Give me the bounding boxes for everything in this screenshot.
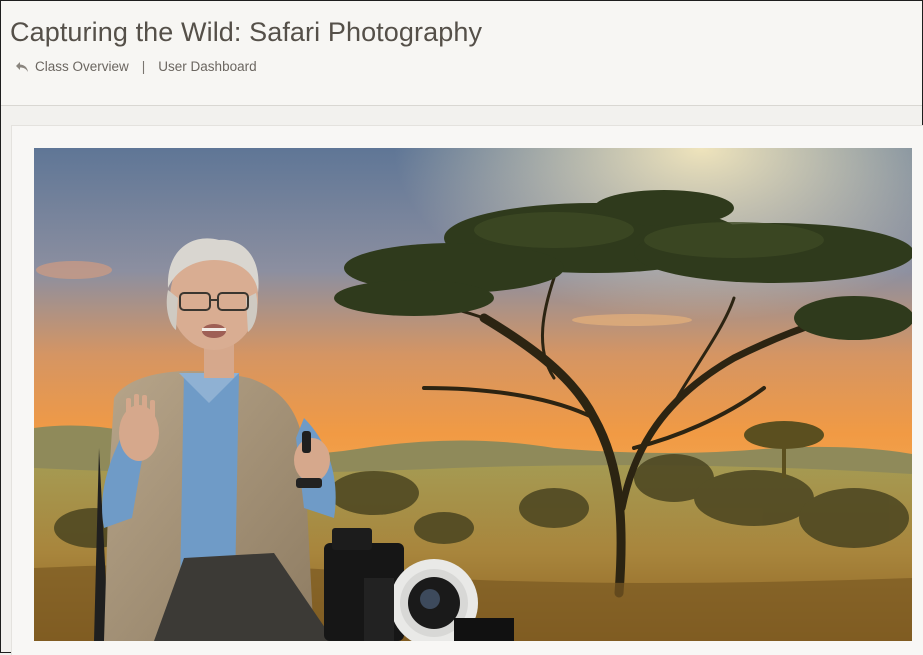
- video-player[interactable]: [34, 148, 912, 641]
- breadcrumb-separator: |: [141, 59, 146, 74]
- class-overview-link[interactable]: Class Overview: [35, 59, 129, 74]
- reply-arrow-icon[interactable]: [15, 61, 29, 73]
- breadcrumb: Class Overview | User Dashboard: [15, 59, 257, 74]
- page-title: Capturing the Wild: Safari Photography: [10, 17, 483, 47]
- page-header: Capturing the Wild: Safari Photography C…: [1, 1, 922, 106]
- user-dashboard-link[interactable]: User Dashboard: [158, 59, 256, 74]
- video-frame: [34, 148, 912, 641]
